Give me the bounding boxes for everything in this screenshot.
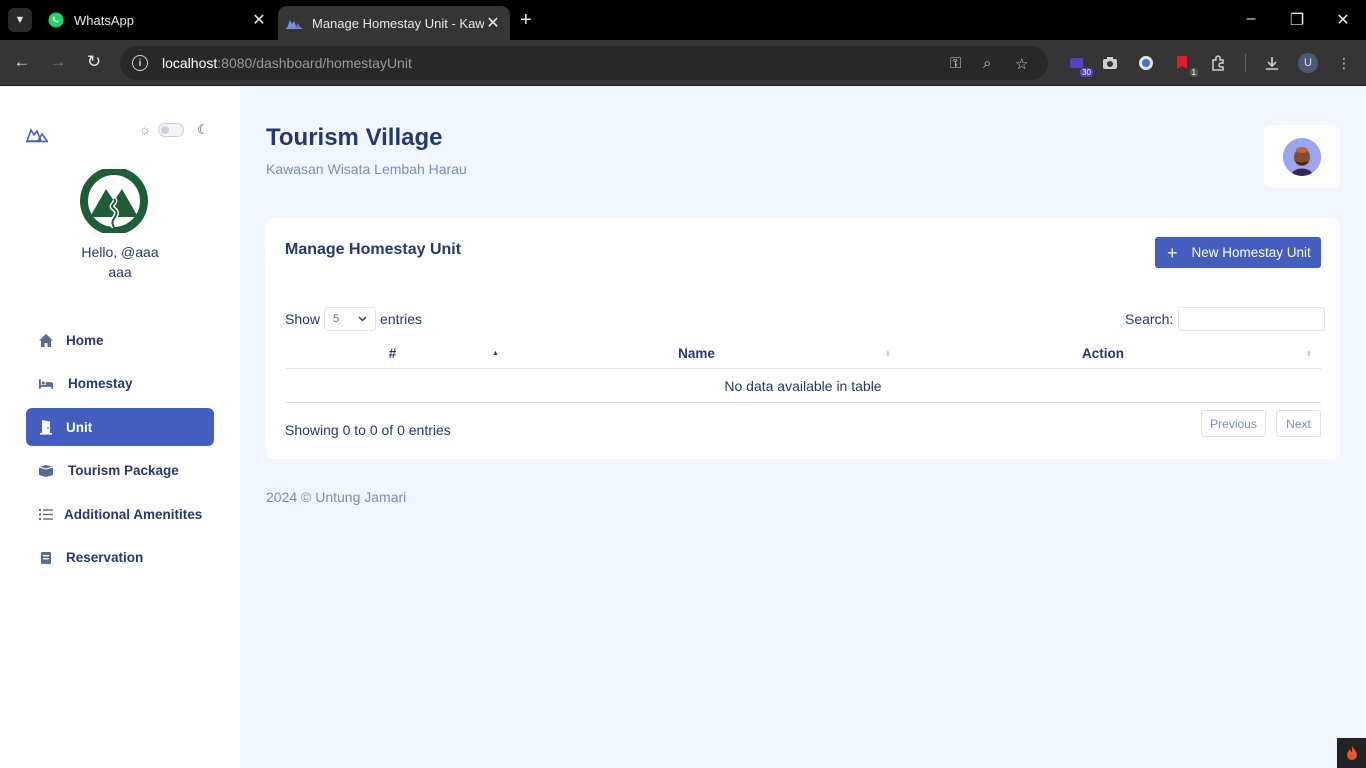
user-profile-card[interactable] <box>1264 125 1340 188</box>
search-label: Search: <box>1125 311 1174 327</box>
forward-arrow-icon[interactable]: → <box>47 52 69 72</box>
moon-icon: ☾ <box>197 122 209 137</box>
table-empty-row: No data available in table <box>285 369 1321 403</box>
sidebar-item-reservation[interactable]: Reservation <box>26 539 214 577</box>
theme-toggle: ☼ ☾ <box>138 123 210 137</box>
reload-icon[interactable]: ↻ <box>83 52 105 72</box>
puzzle-icon[interactable] <box>1208 53 1228 73</box>
list-icon <box>38 506 54 522</box>
page-title: Tourism Village <box>266 124 443 151</box>
sidebar-item-label: Reservation <box>66 550 144 565</box>
search-input[interactable] <box>1178 307 1326 331</box>
bed-icon <box>38 376 54 392</box>
new-homestay-unit-button[interactable]: + New Homestay Unit <box>1155 237 1321 268</box>
extension-badge: 30 <box>1080 68 1093 77</box>
star-icon[interactable]: ☆ <box>1015 55 1028 73</box>
previous-page-button[interactable]: Previous <box>1201 410 1266 437</box>
next-page-button[interactable]: Next <box>1276 410 1321 437</box>
box-icon <box>38 463 54 479</box>
sidebar-item-tourism-package[interactable]: Tourism Package <box>26 452 214 490</box>
browser-tab-active[interactable]: Manage Homestay Unit - Kawasan Wisata Le… <box>278 6 510 40</box>
sidebar-item-label: Tourism Package <box>68 463 179 478</box>
sort-asc-icon[interactable]: ▲ <box>492 338 499 369</box>
footer-text: 2024 © Untung Jamari <box>266 489 407 505</box>
village-logo-icon[interactable] <box>25 125 48 143</box>
avatar[interactable] <box>1283 137 1321 176</box>
page-subtitle: Kawasan Wisata Lembah Harau <box>266 161 467 177</box>
tab-title: Manage Homestay Unit - Kawasan Wisata Le… <box>312 15 484 31</box>
sun-icon: ☼ <box>139 122 151 137</box>
new-tab-button[interactable]: + <box>520 10 532 30</box>
browser-tab-whatsapp[interactable]: WhatsApp ✕ <box>40 0 276 40</box>
home-icon <box>38 332 54 348</box>
book-icon <box>38 550 54 566</box>
username-text: aaa <box>108 264 132 280</box>
sidebar-menu: Home Homestay Unit Tourism Package Addit… <box>26 321 214 582</box>
sidebar-item-label: Unit <box>66 419 93 435</box>
village-logo-icon <box>286 15 302 31</box>
door-icon <box>38 419 54 435</box>
zoom-icon[interactable]: ⌕ <box>983 55 991 72</box>
back-arrow-icon[interactable]: ← <box>11 52 33 72</box>
length-prefix: Show <box>285 311 321 327</box>
whatsapp-icon <box>48 12 64 28</box>
window-close-icon[interactable]: ✕ <box>1333 10 1353 30</box>
flame-icon[interactable] <box>1337 738 1366 768</box>
sort-icon[interactable]: ⬍ <box>1306 338 1312 369</box>
minimize-icon[interactable]: – <box>1241 10 1261 28</box>
key-icon[interactable]: ⚿ <box>950 55 961 72</box>
entries-length-select[interactable]: 5 <box>324 307 377 331</box>
sidebar-item-label: Home <box>66 332 104 348</box>
length-suffix: entries <box>380 311 423 327</box>
extension-icon[interactable]: 30 <box>1067 53 1093 77</box>
homestay-unit-card: Manage Homestay Unit + New Homestay Unit… <box>266 218 1340 459</box>
brand-logo <box>78 167 150 235</box>
browser-toolbar: ← → ↻ i localhost:8080/dashboard/homesta… <box>0 40 1366 86</box>
card-title: Manage Homestay Unit <box>285 241 462 258</box>
site-info-icon[interactable]: i <box>132 55 148 71</box>
extension-badge: 1 <box>1189 68 1198 77</box>
search-filter: Search: <box>1125 307 1326 331</box>
profile-avatar[interactable]: U <box>1298 53 1318 73</box>
camera-icon[interactable] <box>1100 53 1120 73</box>
restore-icon[interactable]: ❐ <box>1287 10 1307 30</box>
plus-icon: + <box>1167 242 1178 263</box>
button-label: New Homestay Unit <box>1191 245 1311 260</box>
sidebar-item-additional-amenities[interactable]: Additional Amenitites <box>26 495 214 533</box>
table-header: # ▲ Name ⬍ Action ⬍ <box>285 338 1321 369</box>
kebab-menu-icon[interactable]: ⋮ <box>1334 53 1354 73</box>
greeting-text: Hello, @aaa <box>81 244 159 260</box>
sidebar-item-home[interactable]: Home <box>26 321 214 359</box>
sidebar-item-unit[interactable]: Unit <box>26 408 214 446</box>
toolbar-divider <box>1245 54 1246 72</box>
table-info: Showing 0 to 0 of 0 entries <box>285 422 451 438</box>
sidebar-item-homestay[interactable]: Homestay <box>26 365 214 403</box>
browser-tab-bar: ▼ WhatsApp ✕ Manage Homestay Unit - Kawa… <box>0 0 1366 40</box>
length-value: 5 <box>333 313 340 325</box>
url-text: localhost:8080/dashboard/homestayUnit <box>162 55 412 71</box>
chevron-down-icon <box>358 313 367 325</box>
address-bar[interactable]: i localhost:8080/dashboard/homestayUnit … <box>120 46 1048 80</box>
extension-red-icon[interactable]: 1 <box>1172 53 1198 77</box>
close-icon[interactable]: ✕ <box>484 13 502 33</box>
extension-blue-icon[interactable] <box>1136 53 1156 73</box>
sort-icon[interactable]: ⬍ <box>885 338 891 369</box>
tab-title: WhatsApp <box>74 12 134 28</box>
column-header-name[interactable]: Name <box>500 338 893 369</box>
close-icon[interactable]: ✕ <box>250 10 268 30</box>
sidebar-item-label: Additional Amenitites <box>64 506 203 522</box>
dark-mode-switch[interactable] <box>158 123 184 137</box>
column-header-action[interactable]: Action <box>893 338 1313 369</box>
sidebar-item-label: Homestay <box>68 376 133 391</box>
download-icon[interactable] <box>1262 53 1282 73</box>
entries-length-control: Show 5 entries <box>285 307 422 331</box>
tab-search-button[interactable]: ▼ <box>8 8 32 32</box>
sidebar: ☼ ☾ Hello, @aaa aaa Home Homestay Unit T… <box>0 87 240 768</box>
column-header-number[interactable]: # <box>285 338 500 369</box>
